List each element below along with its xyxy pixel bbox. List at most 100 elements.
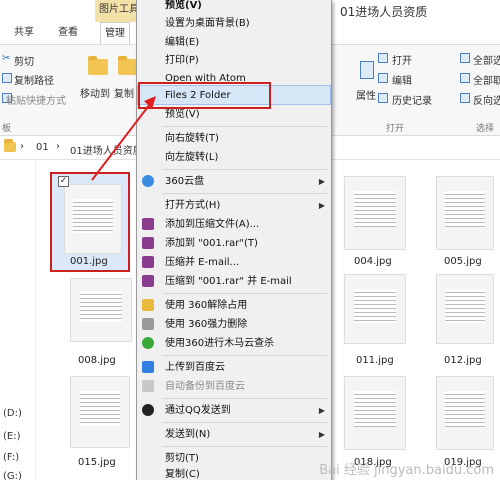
- menu-item-label: 编辑(E): [165, 37, 200, 48]
- menu-item-360-force-delete[interactable]: 使用 360强力删除: [137, 315, 331, 334]
- file-name: 001.jpg: [70, 256, 108, 267]
- menu-item-label: 通过QQ发送到: [165, 405, 231, 416]
- menu-item-360-cloud[interactable]: 360云盘 ▶: [137, 172, 331, 191]
- drive-item[interactable]: (D:): [3, 408, 22, 419]
- baidu-cloud-icon: [142, 361, 154, 373]
- drive-item[interactable]: (E:): [3, 431, 21, 442]
- open-group-label: 打开: [386, 124, 405, 134]
- folder-icon: [4, 139, 16, 152]
- chevron-right-icon: ›: [20, 141, 24, 152]
- properties-button[interactable]: 属性: [356, 87, 376, 102]
- menu-item-compress-email[interactable]: 压缩并 E-mail...: [137, 253, 331, 272]
- move-to-icon: [88, 56, 108, 75]
- file-thumbnail[interactable]: [64, 184, 122, 254]
- menu-separator: [163, 446, 327, 447]
- menu-item-auto-backup-baidu[interactable]: 自动备份到百度云: [137, 377, 331, 396]
- menu-item-edit[interactable]: 编辑(E): [137, 33, 331, 52]
- tab-manage[interactable]: 管理: [100, 22, 130, 44]
- file-name: 005.jpg: [444, 256, 482, 267]
- file-thumbnail[interactable]: [436, 274, 494, 344]
- menu-separator: [163, 398, 327, 399]
- menu-item-send-to[interactable]: 发送到(N) ▶: [137, 425, 331, 444]
- menu-item-preview-default[interactable]: 预览(V): [137, 0, 331, 15]
- submenu-arrow-icon: ▶: [318, 177, 325, 186]
- menu-item-compress-rar-email[interactable]: 压缩到 "001.rar" 并 E-mail: [137, 272, 331, 291]
- file-name: 012.jpg: [444, 355, 482, 366]
- menu-item-open-with[interactable]: 打开方式(H) ▶: [137, 196, 331, 215]
- menu-item-label: 自动备份到百度云: [165, 381, 245, 392]
- copy-path-icon: [2, 73, 12, 83]
- menu-item-label: 向右旋转(T): [165, 133, 219, 144]
- select-none-icon: [460, 73, 470, 83]
- edit-icon: [378, 73, 388, 83]
- menu-separator: [163, 355, 327, 356]
- shield-icon: [142, 337, 154, 349]
- history-button[interactable]: 历史记录: [392, 92, 432, 107]
- paste-shortcut-button[interactable]: 粘贴快捷方式: [6, 92, 66, 107]
- menu-item-360-trojan-scan[interactable]: 使用360进行木马云查杀: [137, 334, 331, 353]
- file-thumbnail[interactable]: [436, 176, 494, 250]
- menu-item-set-wallpaper[interactable]: 设置为桌面背景(B): [137, 14, 331, 33]
- window-title: 01进场人员资质: [340, 5, 428, 19]
- shredder-icon: [142, 318, 154, 330]
- submenu-arrow-icon: ▶: [318, 406, 325, 415]
- file-thumbnail[interactable]: [70, 278, 132, 342]
- menu-item-add-to-rar[interactable]: 添加到 "001.rar"(T): [137, 234, 331, 253]
- move-to-button[interactable]: 移动到: [80, 85, 110, 100]
- file-thumbnail[interactable]: [344, 274, 406, 344]
- tab-share[interactable]: 共享: [14, 22, 34, 44]
- chevron-right-icon: ›: [56, 141, 60, 152]
- baidu-cloud-icon: [142, 380, 154, 392]
- cut-icon: ✂: [2, 53, 11, 64]
- cut-button[interactable]: 剪切: [14, 53, 34, 68]
- tab-view[interactable]: 查看: [58, 22, 78, 44]
- clipboard-group-label: 板: [2, 124, 12, 134]
- menu-separator: [163, 169, 327, 170]
- winrar-icon: [142, 275, 154, 287]
- picture-tools-tab[interactable]: 图片工具: [95, 0, 137, 22]
- cloud-icon: [142, 175, 154, 187]
- menu-item-add-to-archive[interactable]: 添加到压缩文件(A)...: [137, 215, 331, 234]
- checkbox[interactable]: ✓: [58, 176, 69, 187]
- submenu-arrow-icon: ▶: [318, 201, 325, 210]
- file-thumbnail[interactable]: [70, 376, 130, 448]
- menu-item-rotate-right[interactable]: 向右旋转(T): [137, 129, 331, 148]
- drive-item[interactable]: (F:): [3, 452, 19, 463]
- copy-to-icon: [118, 56, 138, 75]
- menu-item-label: 压缩到 "001.rar" 并 E-mail: [165, 276, 292, 287]
- select-all-icon: [460, 53, 470, 63]
- select-all-button[interactable]: 全部选: [473, 52, 500, 67]
- menu-item-360-unlock[interactable]: 使用 360解除占用: [137, 296, 331, 315]
- winrar-icon: [142, 237, 154, 249]
- breadcrumb-item[interactable]: 01: [36, 142, 49, 153]
- menu-item-label: 压缩并 E-mail...: [165, 257, 240, 268]
- unlock-icon: [142, 299, 154, 311]
- invert-selection-button[interactable]: 反向选: [473, 92, 500, 107]
- menu-item-label: 设置为桌面背景(B): [165, 18, 250, 29]
- submenu-arrow-icon: ▶: [318, 430, 325, 439]
- file-name: 004.jpg: [354, 256, 392, 267]
- edit-button[interactable]: 编辑: [392, 72, 412, 87]
- drive-item[interactable]: (G:): [3, 471, 22, 480]
- winrar-icon: [142, 218, 154, 230]
- menu-item-send-via-qq[interactable]: 通过QQ发送到 ▶: [137, 401, 331, 420]
- file-name: 011.jpg: [356, 355, 394, 366]
- copy-path-button[interactable]: 复制路径: [14, 72, 54, 87]
- file-thumbnail[interactable]: [436, 376, 494, 450]
- open-button[interactable]: 打开: [392, 52, 412, 67]
- copy-to-button[interactable]: 复制: [114, 85, 134, 100]
- menu-item-label: 预览(V): [165, 0, 202, 11]
- menu-item-label: 打印(P): [165, 55, 199, 66]
- file-thumbnail[interactable]: [344, 376, 406, 450]
- invert-selection-icon: [460, 93, 470, 103]
- breadcrumb-item[interactable]: 01进场人员资质: [70, 142, 143, 157]
- file-thumbnail[interactable]: [344, 176, 406, 250]
- menu-item-upload-baidu[interactable]: 上传到百度云: [137, 358, 331, 377]
- file-name: 015.jpg: [78, 457, 116, 468]
- menu-item-copy[interactable]: 复制(C): [137, 465, 331, 480]
- menu-item-rotate-left[interactable]: 向左旋转(L): [137, 148, 331, 167]
- annotation-highlight-box: [138, 82, 271, 109]
- menu-item-label: 发送到(N): [165, 429, 211, 440]
- menu-item-print[interactable]: 打印(P): [137, 51, 331, 70]
- select-none-button[interactable]: 全部取: [473, 72, 500, 87]
